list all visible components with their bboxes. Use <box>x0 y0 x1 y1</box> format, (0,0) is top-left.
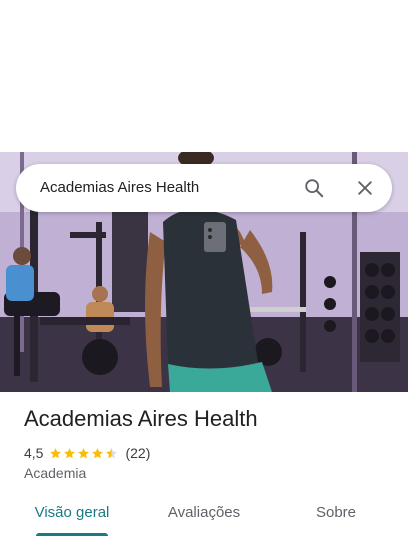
place-category: Academia <box>24 465 87 481</box>
tab-active-indicator <box>36 533 108 536</box>
tab-overview[interactable]: Visão geral <box>24 496 120 534</box>
close-icon[interactable] <box>353 176 377 200</box>
rating-value: 4,5 <box>24 445 44 461</box>
rating-stars <box>49 447 119 460</box>
tab-about[interactable]: Sobre <box>296 496 376 534</box>
search-icon[interactable] <box>302 176 326 200</box>
place-title: Academias Aires Health <box>24 406 258 431</box>
star-icon <box>106 447 118 458</box>
star-icon <box>92 447 104 458</box>
search-query-text[interactable]: Academias Aires Health <box>40 164 199 212</box>
search-bar[interactable]: Academias Aires Health <box>16 164 392 212</box>
tab-reviews[interactable]: Avaliações <box>154 496 254 534</box>
star-icon <box>64 447 76 458</box>
star-icon <box>78 447 90 458</box>
star-icon <box>50 447 62 458</box>
rating-row[interactable]: 4,5 (22) <box>24 444 150 462</box>
tab-bar: Visão geral Avaliações Sobre <box>0 496 408 544</box>
review-count[interactable]: (22) <box>125 445 150 461</box>
